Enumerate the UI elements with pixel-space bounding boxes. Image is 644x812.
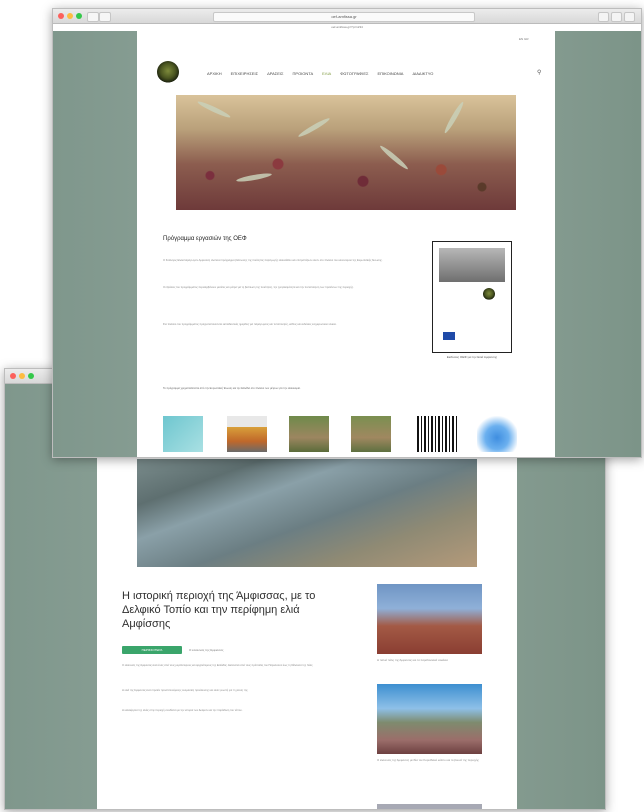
olive-leaf	[235, 171, 273, 184]
publication-logo	[483, 288, 495, 300]
oef-logo[interactable]	[157, 61, 179, 83]
side-caption-2: Ο ελαιώνας της Άμφισσας με θέα τον Κοριν…	[377, 758, 479, 762]
front-titlebar: oef-amfissa.gr	[53, 9, 641, 24]
front-page-content: EN GR ΑΡΧΙΚΗ ΕΠΙΧΕΙΡΗΣΕΙΣ ΔΡΑΣΕΙΣ ΠΡΟΙΟΝ…	[137, 31, 555, 457]
forward-nav-icon[interactable]	[99, 12, 111, 22]
olive-leaf	[196, 99, 232, 120]
thumb-olive-grove-2[interactable]	[351, 416, 391, 452]
article-title: Η ιστορική περιοχή της Άμφισσας, με το Δ…	[122, 590, 316, 630]
publication-cover[interactable]	[432, 241, 512, 353]
side-caption-1: Η παλιά πόλη της Άμφισσας και τα παραδοσ…	[377, 658, 448, 662]
thumb-worker[interactable]	[227, 416, 267, 452]
back-nav-icon[interactable]	[87, 12, 99, 22]
main-menu: ΑΡΧΙΚΗ ΕΠΙΧΕΙΡΗΣΕΙΣ ΔΡΑΣΕΙΣ ΠΡΟΙΟΝΤΑ ΕΛΙ…	[207, 71, 433, 76]
thumb-olive-grove-1[interactable]	[289, 416, 329, 452]
article-meta: Ο ελαιώνας της Άμφισσας	[189, 648, 224, 652]
thumb-infographic[interactable]	[163, 416, 203, 452]
zoom-window-icon[interactable]	[28, 373, 34, 379]
minimize-window-icon[interactable]	[67, 13, 73, 19]
amfissa-landscape-image	[137, 459, 477, 567]
article-paragraph-2: Η ελιά της Άμφισσας είναι προϊόν προστατ…	[122, 689, 249, 692]
language-switch[interactable]: EN GR	[519, 37, 529, 41]
article-paragraph-3: Η καλλιέργεια της ελιάς στην περιοχή συν…	[122, 709, 243, 712]
menu-item-home[interactable]: ΑΡΧΙΚΗ	[207, 71, 222, 76]
olive-leaf	[378, 144, 410, 171]
more-button[interactable]: ΠΕΡΙΣΣΟΤΕΡΑ	[122, 646, 182, 654]
eu-flag-icon	[443, 332, 455, 340]
add-tab-icon[interactable]	[624, 12, 635, 22]
front-browser-window: oef-amfissa.gr oef-amfissa.gr/?p=1234 EN…	[52, 8, 642, 458]
thumb-barcode[interactable]	[417, 416, 457, 452]
zoom-window-icon[interactable]	[76, 13, 82, 19]
olives-hero-image	[176, 95, 516, 210]
close-window-icon[interactable]	[10, 373, 16, 379]
article-paragraph-1: Ο ελαιώνας της Άμφισσας είναι ένας από τ…	[122, 664, 314, 667]
menu-item-contact[interactable]: ΕΠΙΚΟΙΝΩΝΙΑ	[377, 71, 403, 76]
thumb-people-graphic[interactable]	[477, 416, 517, 452]
publication-caption: Εκδόσεις ΟΕΦ για την Ελιά Αμφίσσης	[446, 355, 498, 359]
program-paragraph-3: Στο πλαίσιο του προγράμματος πραγματοποι…	[163, 323, 337, 326]
publication-cover-photo	[439, 248, 505, 282]
menu-item-internet[interactable]: ΔΙΑΔΙΚΤΥΟ	[412, 71, 433, 76]
minimize-window-icon[interactable]	[19, 373, 25, 379]
program-paragraph-1: Ο Σύλλογος Ελαιοπαραγωγών Αμφισσας υλοπο…	[163, 259, 383, 262]
share-icon[interactable]	[598, 12, 609, 22]
funding-note: Το πρόγραμμα χρηματοδοτείται από την Ευρ…	[163, 387, 301, 390]
menu-item-products[interactable]: ΠΡΟΙΟΝΤΑ	[293, 71, 314, 76]
tabs-icon[interactable]	[611, 12, 622, 22]
menu-item-businesses[interactable]: ΕΠΙΧΕΙΡΗΣΕΙΣ	[231, 71, 258, 76]
olive-leaf	[297, 116, 331, 139]
old-town-photo	[377, 584, 482, 654]
olive-leaf	[442, 100, 466, 135]
third-side-photo	[377, 804, 482, 809]
menu-item-actions[interactable]: ΔΡΑΣΕΙΣ	[267, 71, 283, 76]
search-icon[interactable]: ⚲	[537, 69, 541, 76]
section-title: Πρόγραμμα εργασιών της ΟΕΦ	[163, 236, 247, 242]
menu-item-photos[interactable]: ΦΩΤΟΓΡΑΦΙΕΣ	[340, 71, 368, 76]
address-bar[interactable]: oef-amfissa.gr	[213, 12, 475, 22]
program-paragraph-2: Οι δράσεις του προγράμματος περιλαμβάνου…	[163, 286, 354, 289]
page-subtitle-bar: oef-amfissa.gr/?p=1234	[331, 25, 363, 29]
menu-item-olive[interactable]: ΕΛΙΑ	[322, 71, 331, 76]
olive-grove-photo	[377, 684, 482, 754]
close-window-icon[interactable]	[58, 13, 64, 19]
